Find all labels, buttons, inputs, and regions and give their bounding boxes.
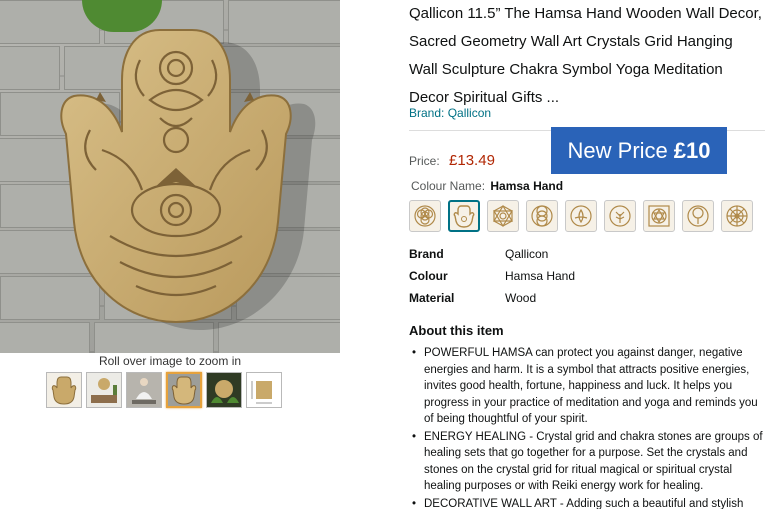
plant-thumb-icon <box>207 373 241 407</box>
swatch-seed-of-life[interactable] <box>526 200 558 232</box>
spec-value: Hamsa Hand <box>505 269 576 283</box>
meditation-thumb-icon <box>127 373 161 407</box>
zoom-hint-text: Roll over image to zoom in <box>98 354 242 368</box>
about-heading: About this item <box>409 323 504 338</box>
thumbnail-strip <box>46 372 282 408</box>
tree-of-life-icon <box>609 205 631 227</box>
sri-yantra-icon <box>648 205 670 227</box>
spec-value: Qallicon <box>505 247 549 261</box>
colour-value: Hamsa Hand <box>490 179 564 193</box>
spec-row-material: Material Wood <box>409 287 575 309</box>
dimensions-thumb-icon <box>247 373 281 407</box>
brand-link[interactable]: Brand: Qallicon <box>409 106 491 120</box>
swatch-sri-yantra[interactable] <box>643 200 675 232</box>
seed-of-life-icon <box>531 205 553 227</box>
hamsa-gold-thumb-icon <box>168 374 200 406</box>
spec-key: Brand <box>409 247 444 261</box>
thumbnail-meditation[interactable] <box>126 372 162 408</box>
price-value: £13.49 <box>449 152 495 169</box>
spec-row-brand: Brand Qallicon <box>409 243 575 265</box>
thumbnail-hamsa[interactable] <box>46 372 82 408</box>
tree-circle-icon <box>687 205 709 227</box>
room-thumb-icon <box>87 373 121 407</box>
swatch-lotus[interactable] <box>565 200 597 232</box>
new-price-value: £10 <box>673 137 711 163</box>
thumbnail-hamsa-gold-selected[interactable] <box>166 372 202 408</box>
spec-row-colour: Colour Hamsa Hand <box>409 265 575 287</box>
spec-value: Wood <box>505 291 537 305</box>
hamsa-hand-icon <box>453 205 475 228</box>
spec-key: Material <box>409 291 455 305</box>
about-bullet: ENERGY HEALING - Crystal grid and chakra… <box>412 429 768 495</box>
flower-of-life-icon <box>414 205 436 227</box>
about-bullet-list: POWERFUL HAMSA can protect you against d… <box>412 345 768 509</box>
swatch-flower-of-life[interactable] <box>409 200 441 232</box>
spec-key: Colour <box>409 269 448 283</box>
colour-swatches <box>409 200 753 232</box>
price-label: Price: <box>409 154 440 168</box>
mandala-icon <box>726 205 748 227</box>
swatch-tree-circle[interactable] <box>682 200 714 232</box>
product-title: Qallicon 11.5” The Hamsa Hand Wooden Wal… <box>409 5 762 106</box>
about-bullet: DECORATIVE WALL ART - Adding such a beau… <box>412 496 768 509</box>
thumbnail-room[interactable] <box>86 372 122 408</box>
about-bullet: POWERFUL HAMSA can protect you against d… <box>412 345 768 428</box>
swatch-metatron[interactable] <box>487 200 519 232</box>
hamsa-thumb-icon <box>51 376 77 405</box>
colour-name-row: Colour Name: Hamsa Hand <box>411 179 563 193</box>
swatch-mandala[interactable] <box>721 200 753 232</box>
metatron-cube-icon <box>492 204 514 228</box>
swatch-tree-of-life[interactable] <box>604 200 636 232</box>
product-specs-table: Brand Qallicon Colour Hamsa Hand Materia… <box>409 243 575 309</box>
new-price-banner: New Price £10 <box>551 127 727 174</box>
new-price-label: New Price <box>567 137 668 163</box>
thumbnail-dimensions[interactable] <box>246 372 282 408</box>
price-row: Price: £13.49 <box>409 152 495 169</box>
main-product-image[interactable] <box>0 0 340 353</box>
thumbnail-plant[interactable] <box>206 372 242 408</box>
colour-label: Colour Name: <box>411 179 486 193</box>
swatch-hamsa-hand[interactable] <box>448 200 480 232</box>
hamsa-hand-illustration <box>60 29 316 330</box>
lotus-icon <box>570 205 592 227</box>
